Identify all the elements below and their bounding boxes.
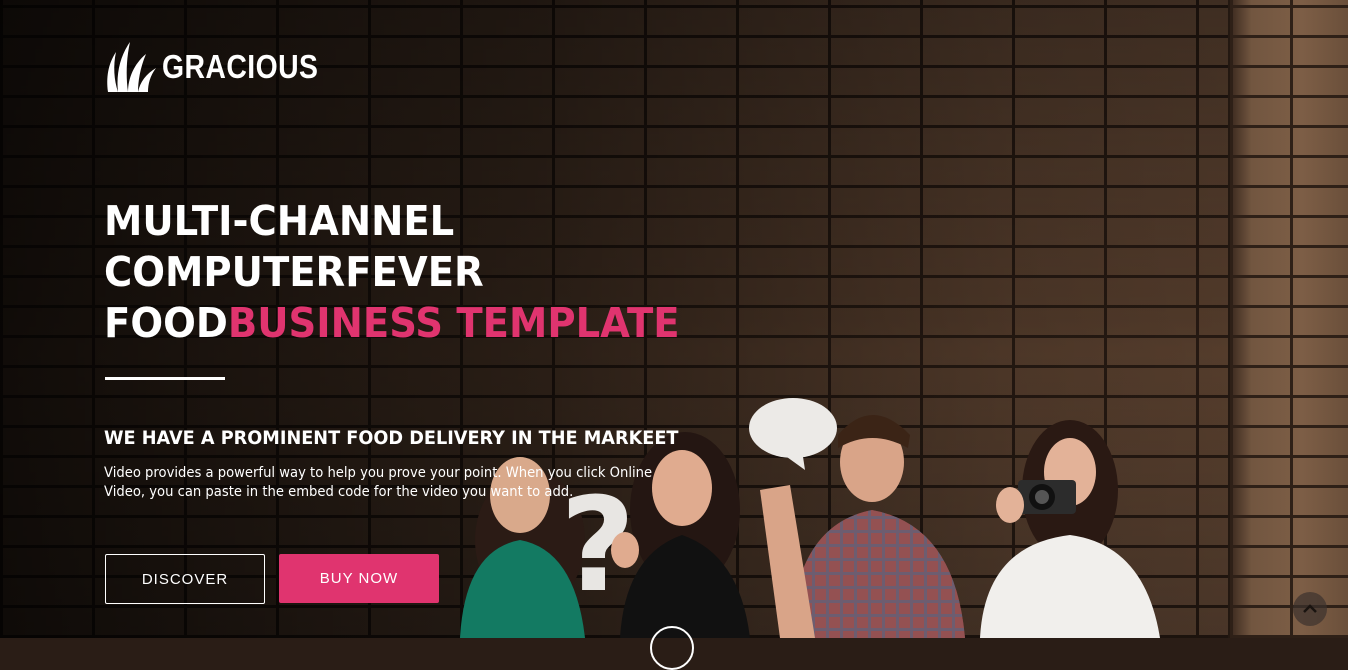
- headline-line-2: COMPUTERFEVER: [104, 248, 484, 296]
- description-line-2: Video, you can paste in the embed code f…: [104, 484, 574, 500]
- grass-leaf-icon: [107, 42, 156, 92]
- scroll-down-button[interactable]: [650, 626, 694, 670]
- brand-logo[interactable]: GRACIOUS: [104, 40, 344, 94]
- headline-divider: [105, 377, 225, 380]
- headline-line-3-accent: BUSINESS TEMPLATE: [227, 299, 680, 347]
- hero-description: Video provides a powerful way to help yo…: [104, 464, 668, 502]
- hero-subheading: WE HAVE A PROMINENT FOOD DELIVERY IN THE…: [104, 427, 679, 449]
- headline-line-1: MULTI-CHANNEL: [104, 197, 455, 245]
- buy-now-button[interactable]: BUY NOW: [279, 554, 439, 603]
- brand-name: GRACIOUS: [162, 48, 319, 85]
- description-line-1: Video provides a powerful way to help yo…: [104, 465, 653, 481]
- headline-line-3-plain: FOOD: [104, 299, 228, 347]
- chevron-up-icon: [1303, 604, 1317, 613]
- scroll-to-top-button[interactable]: [1293, 592, 1327, 626]
- discover-button[interactable]: DISCOVER: [105, 554, 265, 604]
- brick-pillar: [1228, 0, 1348, 638]
- hero-headline: MULTI-CHANNEL COMPUTERFEVER FOODBUSINESS…: [104, 196, 680, 349]
